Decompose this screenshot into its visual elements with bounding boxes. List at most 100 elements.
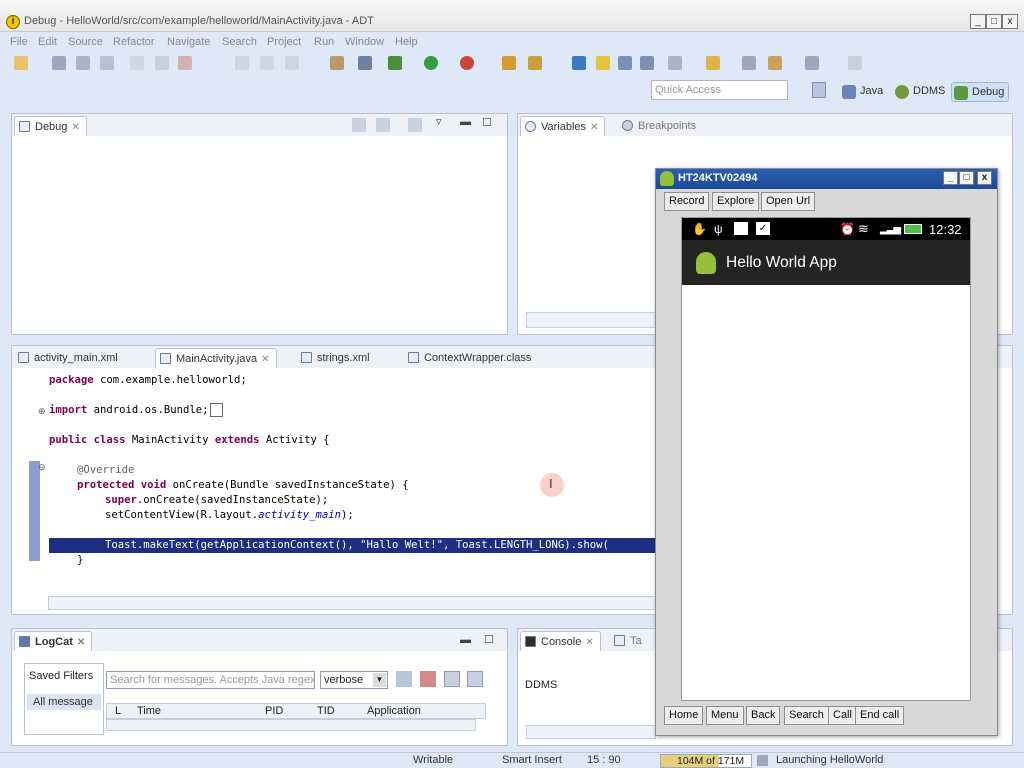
menu-run[interactable]: Run bbox=[314, 36, 334, 48]
skip-breakpoints-icon[interactable] bbox=[130, 56, 144, 70]
menu-file[interactable]: File bbox=[10, 36, 28, 48]
column-tid[interactable]: TID bbox=[317, 705, 335, 717]
column-application[interactable]: Application bbox=[367, 705, 421, 717]
maximize-view-icon[interactable]: ☐ bbox=[484, 634, 494, 646]
device-screen[interactable]: ✋ ψ ✓ ⏰ ≋ ▂▃▅ 12:32 Hello World App bbox=[681, 217, 971, 701]
save-log-icon[interactable] bbox=[396, 671, 412, 687]
logcat-scrollbar[interactable] bbox=[106, 719, 476, 731]
column-time[interactable]: Time bbox=[137, 705, 161, 717]
tab-strings-xml[interactable]: strings.xml bbox=[297, 348, 376, 368]
menu-search[interactable]: Search bbox=[222, 36, 257, 48]
code-line-class[interactable]: public class MainActivity extends Activi… bbox=[49, 434, 330, 446]
save-icon[interactable] bbox=[52, 56, 66, 70]
highlight-icon[interactable] bbox=[596, 56, 610, 70]
tab-activity-main-xml[interactable]: activity_main.xml bbox=[14, 348, 124, 368]
step-into-icon[interactable] bbox=[235, 56, 249, 70]
code-line-closing-brace[interactable]: } bbox=[77, 554, 83, 566]
save-all-icon[interactable] bbox=[76, 56, 90, 70]
external-tools-icon[interactable] bbox=[460, 56, 474, 70]
last-edit-icon[interactable] bbox=[768, 56, 782, 70]
console-scrollbar[interactable] bbox=[526, 725, 656, 739]
menu-help[interactable]: Help bbox=[395, 36, 418, 48]
block-selection-icon[interactable] bbox=[640, 56, 654, 70]
menu-project[interactable]: Project bbox=[267, 36, 301, 48]
minimize-button[interactable]: _ bbox=[970, 14, 986, 29]
heap-status[interactable]: 104M of 171M bbox=[660, 754, 752, 768]
code-line-setcontentview[interactable]: setContentView(R.layout.activity_main); bbox=[105, 509, 354, 521]
terminate-icon[interactable] bbox=[178, 56, 192, 70]
new-icon[interactable] bbox=[14, 56, 28, 70]
minimize-view-icon[interactable]: ▬ bbox=[460, 634, 471, 646]
close-icon[interactable]: ✕ bbox=[585, 637, 593, 648]
tab-console[interactable]: Console ✕ bbox=[520, 631, 601, 651]
tab-tasks[interactable]: Ta bbox=[610, 631, 648, 651]
step-filter-icon[interactable] bbox=[408, 118, 422, 132]
tab-breakpoints[interactable]: Breakpoints bbox=[618, 116, 702, 136]
pin-icon[interactable] bbox=[668, 56, 682, 70]
home-button[interactable]: Home bbox=[664, 706, 704, 725]
garbage-collect-icon[interactable] bbox=[757, 755, 768, 766]
toggle-columns-icon[interactable] bbox=[444, 671, 460, 687]
pin-editor-icon[interactable] bbox=[848, 56, 862, 70]
close-icon[interactable]: ✕ bbox=[71, 122, 79, 133]
annotation-icon[interactable] bbox=[572, 56, 586, 70]
perspective-debug-button[interactable]: Debug bbox=[951, 82, 1010, 102]
menu-navigate[interactable]: Navigate bbox=[167, 36, 210, 48]
code-line-import[interactable]: import android.os.Bundle; bbox=[49, 403, 223, 417]
step-over-icon[interactable] bbox=[260, 56, 274, 70]
close-icon[interactable]: ✕ bbox=[77, 637, 85, 648]
tab-logcat[interactable]: LogCat ✕ bbox=[14, 631, 93, 651]
back-icon[interactable] bbox=[742, 56, 756, 70]
maximize-button[interactable]: □ bbox=[986, 14, 1002, 29]
emulator-minimize-button[interactable]: _ bbox=[943, 171, 958, 185]
clear-log-icon[interactable] bbox=[420, 671, 436, 687]
run-icon[interactable] bbox=[424, 56, 438, 70]
step-return-icon[interactable] bbox=[285, 56, 299, 70]
filter-all-messages[interactable]: All message bbox=[27, 694, 101, 710]
explore-button[interactable]: Explore bbox=[712, 192, 760, 211]
perspective-ddms-button[interactable]: DDMS bbox=[893, 82, 949, 102]
end-call-button[interactable]: End call bbox=[855, 706, 905, 725]
code-line-override[interactable]: @Override bbox=[77, 464, 134, 476]
code-line-toast[interactable]: Toast.makeText(getApplicationContext(), … bbox=[105, 539, 609, 551]
collapsed-imports-box[interactable] bbox=[210, 403, 223, 417]
open-url-button[interactable]: Open Url bbox=[761, 192, 816, 211]
variables-scrollbar[interactable] bbox=[526, 312, 658, 328]
tab-debug[interactable]: Debug ✕ bbox=[14, 116, 87, 136]
tab-variables[interactable]: Variables ✕ bbox=[520, 116, 606, 136]
quick-access-input[interactable]: Quick Access bbox=[651, 80, 788, 100]
tab-main-activity-java[interactable]: MainActivity.java ✕ bbox=[155, 348, 277, 368]
scroll-lock-icon[interactable] bbox=[467, 671, 483, 687]
minimize-view-icon[interactable]: ▬ bbox=[460, 116, 471, 128]
record-button[interactable]: Record bbox=[664, 192, 710, 211]
view-menu-icon[interactable]: ▿ bbox=[436, 115, 442, 128]
remove-all-terminated-icon[interactable] bbox=[376, 118, 390, 132]
debug-icon[interactable] bbox=[388, 56, 402, 70]
menu-source[interactable]: Source bbox=[68, 36, 103, 48]
forward-icon[interactable] bbox=[805, 56, 819, 70]
call-button[interactable]: Call bbox=[828, 706, 857, 725]
editor-horizontal-scrollbar[interactable] bbox=[48, 596, 668, 610]
open-type-icon[interactable] bbox=[502, 56, 516, 70]
back-button[interactable]: Back bbox=[746, 706, 781, 725]
close-icon[interactable]: ✕ bbox=[590, 122, 598, 133]
emulator-close-button[interactable]: x bbox=[977, 171, 992, 185]
resume-icon[interactable] bbox=[155, 56, 169, 70]
menu-window[interactable]: Window bbox=[345, 36, 384, 48]
print-icon[interactable] bbox=[100, 56, 114, 70]
column-pid[interactable]: PID bbox=[265, 705, 283, 717]
perspective-java-button[interactable]: Java bbox=[840, 82, 887, 102]
search-button[interactable]: Search bbox=[784, 706, 829, 725]
menu-button[interactable]: Menu bbox=[706, 706, 744, 725]
code-line-package[interactable]: package com.example.helloworld; bbox=[49, 374, 247, 386]
android-sdk-icon[interactable] bbox=[358, 56, 372, 70]
fold-minus-icon[interactable]: ⊖ bbox=[38, 462, 46, 473]
menu-refactor[interactable]: Refactor bbox=[113, 36, 155, 48]
close-icon[interactable]: ✕ bbox=[261, 354, 269, 365]
open-perspective-icon[interactable] bbox=[812, 82, 826, 98]
remove-terminated-icon[interactable] bbox=[352, 118, 366, 132]
column-level[interactable]: L bbox=[115, 705, 121, 717]
search-icon[interactable] bbox=[528, 56, 542, 70]
maximize-view-icon[interactable]: ☐ bbox=[482, 116, 492, 129]
code-line-super[interactable]: super.onCreate(savedInstanceState); bbox=[105, 494, 328, 506]
